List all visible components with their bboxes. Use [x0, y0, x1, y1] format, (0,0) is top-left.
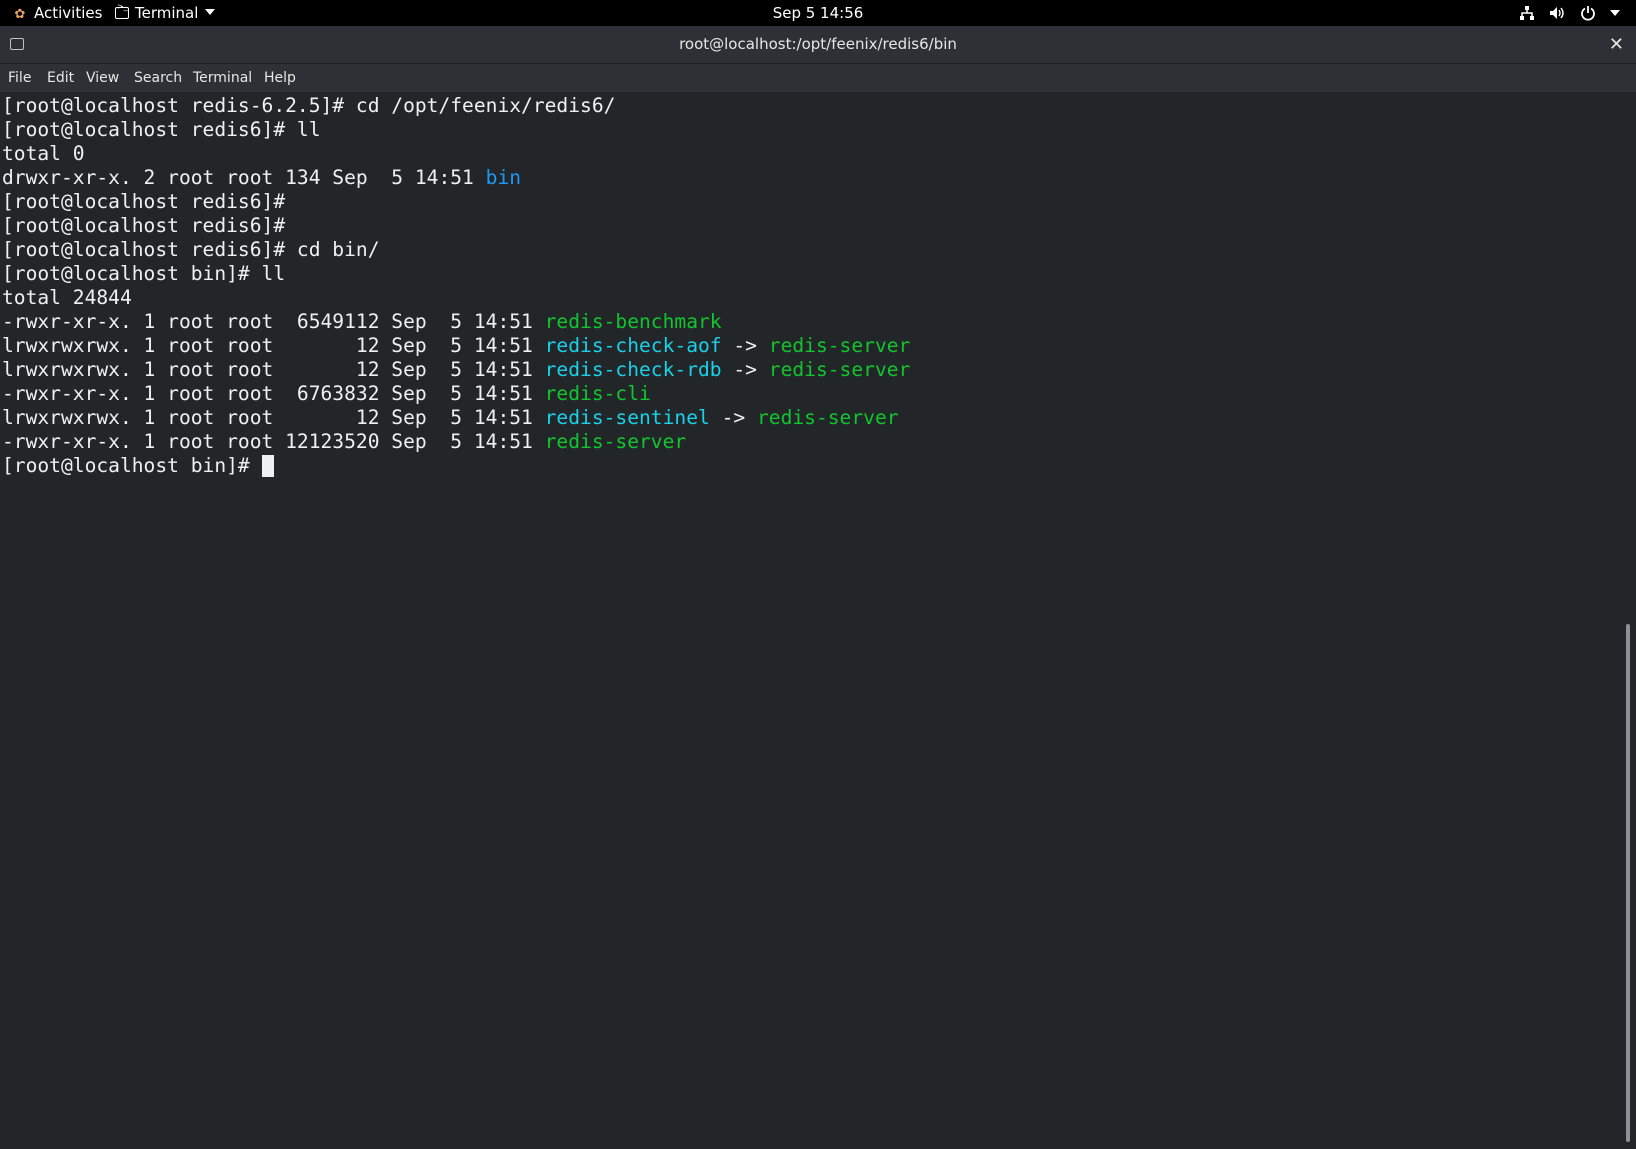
system-tray[interactable] — [1519, 0, 1620, 26]
gnome-foot-icon: ✿ — [14, 7, 26, 22]
menu-help[interactable]: Help — [264, 64, 296, 92]
gnome-top-bar: ✿ Activities Terminal Sep 5 14:56 — [0, 0, 1636, 26]
listing-meta: lrwxrwxrwx. 1 root root 12 Sep 5 14:51 — [2, 358, 545, 381]
clock-button[interactable]: Sep 5 14:56 — [773, 4, 864, 22]
activities-button[interactable]: ✿ Activities — [12, 0, 103, 26]
listing-meta: -rwxr-xr-x. 1 root root 12123520 Sep 5 1… — [2, 430, 545, 453]
clock-area: Sep 5 14:56 — [0, 0, 1636, 26]
scrollbar-thumb[interactable] — [1626, 624, 1630, 1142]
listing-row: -rwxr-xr-x. 1 root root 12123520 Sep 5 1… — [2, 430, 686, 454]
network-icon — [1519, 5, 1535, 21]
window-title: root@localhost:/opt/feenix/redis6/bin — [679, 35, 957, 53]
listing-meta: drwxr-xr-x. 2 root root 134 Sep 5 14:51 — [2, 166, 486, 189]
listing-meta: -rwxr-xr-x. 1 root root 6763832 Sep 5 14… — [2, 382, 545, 405]
symlink-arrow: -> — [709, 406, 757, 429]
symlink-name: redis-check-rdb — [544, 358, 722, 381]
text-cursor — [261, 455, 274, 477]
volume-icon — [1549, 5, 1566, 21]
listing-row: lrwxrwxrwx. 1 root root 12 Sep 5 14:51 r… — [2, 334, 910, 358]
menu-view[interactable]: View — [86, 64, 119, 92]
menu-edit[interactable]: Edit — [47, 64, 74, 92]
symlink-target: redis-server — [756, 406, 899, 429]
chevron-down-icon — [1610, 10, 1620, 16]
menu-file[interactable]: File — [8, 64, 31, 92]
terminal-line: [root@localhost redis-6.2.5]# cd /opt/fe… — [2, 94, 616, 117]
symlink-arrow: -> — [721, 358, 769, 381]
terminal-output[interactable]: [root@localhost redis-6.2.5]# cd /opt/fe… — [0, 94, 1622, 1149]
terminal-line: [root@localhost redis6]# — [2, 190, 286, 213]
file-name: redis-benchmark — [544, 310, 722, 333]
app-menu-label: Terminal — [135, 4, 199, 22]
menu-terminal[interactable]: Terminal — [193, 64, 252, 92]
file-name: redis-server — [544, 430, 687, 453]
chevron-down-icon — [205, 9, 216, 15]
terminal-line: [root@localhost redis6]# ll — [2, 118, 321, 141]
prompt: [root@localhost bin]# — [2, 454, 262, 477]
terminal-line: [root@localhost redis6]# — [2, 214, 286, 237]
symlink-target: redis-server — [768, 358, 911, 381]
terminal-line: [root@localhost bin]# ll — [2, 262, 286, 285]
activities-label: Activities — [34, 4, 103, 22]
listing-row: lrwxrwxrwx. 1 root root 12 Sep 5 14:51 r… — [2, 358, 910, 382]
close-button[interactable]: ✕ — [1609, 26, 1624, 63]
listing-meta: -rwxr-xr-x. 1 root root 6549112 Sep 5 14… — [2, 310, 545, 333]
prompt-line[interactable]: [root@localhost bin]# — [2, 454, 274, 478]
power-icon — [1580, 5, 1596, 21]
app-menu-button[interactable]: Terminal — [115, 0, 216, 26]
directory-name: bin — [485, 166, 522, 189]
listing-row: -rwxr-xr-x. 1 root root 6763832 Sep 5 14… — [2, 382, 651, 406]
menu-bar: File Edit View Search Terminal Help — [0, 64, 1636, 92]
window-title-bar[interactable]: root@localhost:/opt/feenix/redis6/bin ✕ — [0, 26, 1636, 64]
terminal-line: drwxr-xr-x. 2 root root 134 Sep 5 14:51 … — [2, 166, 521, 190]
terminal-line: [root@localhost redis6]# cd bin/ — [2, 238, 380, 261]
listing-meta: lrwxrwxrwx. 1 root root 12 Sep 5 14:51 — [2, 406, 545, 429]
listing-row: lrwxrwxrwx. 1 root root 12 Sep 5 14:51 r… — [2, 406, 899, 430]
file-name: redis-cli — [544, 382, 651, 405]
listing-row: -rwxr-xr-x. 1 root root 6549112 Sep 5 14… — [2, 310, 722, 334]
terminal-line: total 0 — [2, 142, 85, 165]
symlink-name: redis-sentinel — [544, 406, 710, 429]
menu-search[interactable]: Search — [134, 64, 182, 92]
symlink-target: redis-server — [768, 334, 911, 357]
symlink-arrow: -> — [721, 334, 769, 357]
vertical-scrollbar[interactable] — [1624, 94, 1632, 1149]
symlink-name: redis-check-aof — [544, 334, 722, 357]
terminal-icon — [115, 1, 129, 19]
listing-meta: lrwxrwxrwx. 1 root root 12 Sep 5 14:51 — [2, 334, 545, 357]
terminal-line: total 24844 — [2, 286, 132, 309]
